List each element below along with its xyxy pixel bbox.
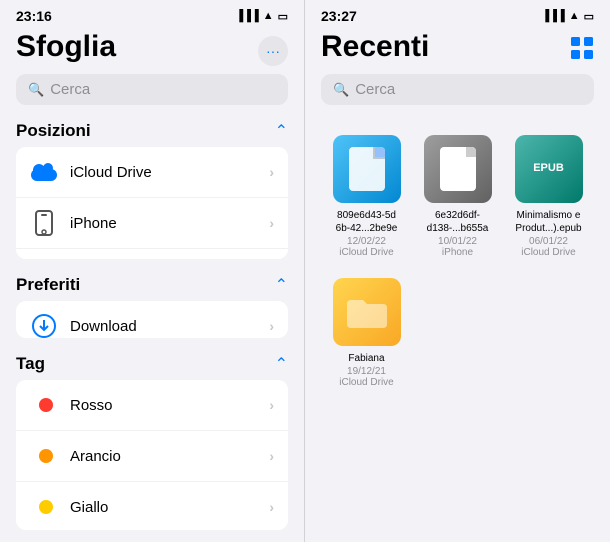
file-thumbnail-3: EPUB <box>515 135 583 203</box>
preferiti-list: Download › <box>16 301 288 338</box>
tag-orange-icon <box>30 442 58 470</box>
left-panel: 23:16 ▐▐▐ ▲ ▭ Sfoglia ··· 🔍 Cerca Posizi… <box>0 0 305 542</box>
list-item-rosso[interactable]: Rosso › <box>16 380 288 431</box>
wifi-icon: ▲ <box>263 10 274 22</box>
icloud-icon <box>30 158 58 186</box>
file-thumbnail-2 <box>424 135 492 203</box>
signal-icons-right: ▐▐▐ ▲ ▭ <box>541 10 594 23</box>
search-placeholder-right: Cerca <box>355 81 395 98</box>
search-bar-right[interactable]: 🔍 Cerca <box>321 74 594 105</box>
header-right: Recenti <box>305 28 610 74</box>
icloud-chevron: › <box>269 164 274 180</box>
list-item-icloud[interactable]: iCloud Drive › <box>16 147 288 198</box>
tag-orange-chevron: › <box>269 448 274 464</box>
chevron-preferiti: ⌃ <box>275 275 288 295</box>
iphone-label: iPhone <box>70 215 269 232</box>
iphone-icon <box>30 209 58 237</box>
posizioni-list: iCloud Drive › iPhone › <box>16 147 288 259</box>
header-left: Sfoglia ··· <box>0 28 304 74</box>
file-name-4: Fabiana <box>348 352 384 365</box>
section-header-posizioni: Posizioni ⌃ <box>0 117 304 147</box>
tag-yellow-icon <box>30 493 58 521</box>
tag-yellow-label: Giallo <box>70 499 269 516</box>
download-label: Download <box>70 318 269 335</box>
file-item-2[interactable]: 6e32d6df-d138-...b655a 10/01/22 iPhone <box>412 125 503 268</box>
file-source-1: iCloud Drive <box>339 247 393 258</box>
file-source-4: iCloud Drive <box>339 377 393 388</box>
tag-red-label: Rosso <box>70 397 269 414</box>
list-item-arancio[interactable]: Arancio › <box>16 431 288 482</box>
list-item-trash[interactable]: Eliminati di recente › <box>16 249 288 259</box>
section-title-posizioni: Posizioni <box>16 121 91 141</box>
file-item-3[interactable]: EPUB Minimalismo eProdut...).epub 06/01/… <box>503 125 594 268</box>
file-source-3: iCloud Drive <box>521 247 575 258</box>
search-icon-left: 🔍 <box>28 82 44 98</box>
grid-view-button[interactable] <box>570 36 594 66</box>
file-name-1: 809e6d43-5d6b-42...2be9e <box>336 209 398 235</box>
chevron-tag: ⌃ <box>275 354 288 374</box>
download-chevron: › <box>269 318 274 334</box>
wifi-icon-right: ▲ <box>569 10 580 22</box>
more-icon: ··· <box>266 43 280 59</box>
status-bar-left: 23:16 ▐▐▐ ▲ ▭ <box>0 0 304 28</box>
search-placeholder-left: Cerca <box>50 81 90 98</box>
search-bar-left[interactable]: 🔍 Cerca <box>16 74 288 105</box>
section-header-tag: Tag ⌃ <box>0 350 304 380</box>
tag-yellow-chevron: › <box>269 499 274 515</box>
battery-icon: ▭ <box>278 10 288 23</box>
file-name-2: 6e32d6df-d138-...b655a <box>427 209 489 235</box>
signal-icon: ▐▐▐ <box>235 10 258 22</box>
file-date-2: 10/01/22 <box>438 236 477 247</box>
status-bar-right: 23:27 ▐▐▐ ▲ ▭ <box>305 0 610 28</box>
file-date-1: 12/02/22 <box>347 236 386 247</box>
epub-icon: EPUB <box>533 162 564 175</box>
doc-icon-1 <box>349 147 385 191</box>
file-date-4: 19/12/21 <box>347 366 386 377</box>
signal-icon-right: ▐▐▐ <box>541 10 564 22</box>
file-thumbnail-1 <box>333 135 401 203</box>
list-item-giallo[interactable]: Giallo › <box>16 482 288 530</box>
tag-red-icon <box>30 391 58 419</box>
tag-orange-label: Arancio <box>70 448 269 465</box>
section-title-preferiti: Preferiti <box>16 275 80 295</box>
list-item-download[interactable]: Download › <box>16 301 288 338</box>
file-item-1[interactable]: 809e6d43-5d6b-42...2be9e 12/02/22 iCloud… <box>321 125 412 268</box>
list-item-iphone[interactable]: iPhone › <box>16 198 288 249</box>
files-grid: 809e6d43-5d6b-42...2be9e 12/02/22 iCloud… <box>305 117 610 406</box>
more-button[interactable]: ··· <box>258 36 288 66</box>
download-icon <box>30 312 58 338</box>
time-left: 23:16 <box>16 8 52 24</box>
page-title-recenti: Recenti <box>321 30 429 64</box>
section-header-preferiti: Preferiti ⌃ <box>0 271 304 301</box>
battery-icon-right: ▭ <box>584 10 594 23</box>
file-item-4[interactable]: Fabiana 19/12/21 iCloud Drive <box>321 268 412 398</box>
search-icon-right: 🔍 <box>333 82 349 98</box>
section-title-tag: Tag <box>16 354 45 374</box>
file-date-3: 06/01/22 <box>529 236 568 247</box>
icloud-label: iCloud Drive <box>70 164 269 181</box>
tag-list: Rosso › Arancio › Giallo › Verde › <box>16 380 288 530</box>
tag-red-chevron: › <box>269 397 274 413</box>
time-right: 23:27 <box>321 8 357 24</box>
right-panel: 23:27 ▐▐▐ ▲ ▭ Recenti 🔍 Cerca <box>305 0 610 542</box>
chevron-posizioni: ⌃ <box>275 121 288 141</box>
file-name-3: Minimalismo eProdut...).epub <box>515 209 581 235</box>
signal-icons-left: ▐▐▐ ▲ ▭ <box>235 10 288 23</box>
file-source-2: iPhone <box>442 247 473 258</box>
page-title-sfoglia: Sfoglia <box>16 30 116 64</box>
iphone-chevron: › <box>269 215 274 231</box>
file-thumbnail-4 <box>333 278 401 346</box>
